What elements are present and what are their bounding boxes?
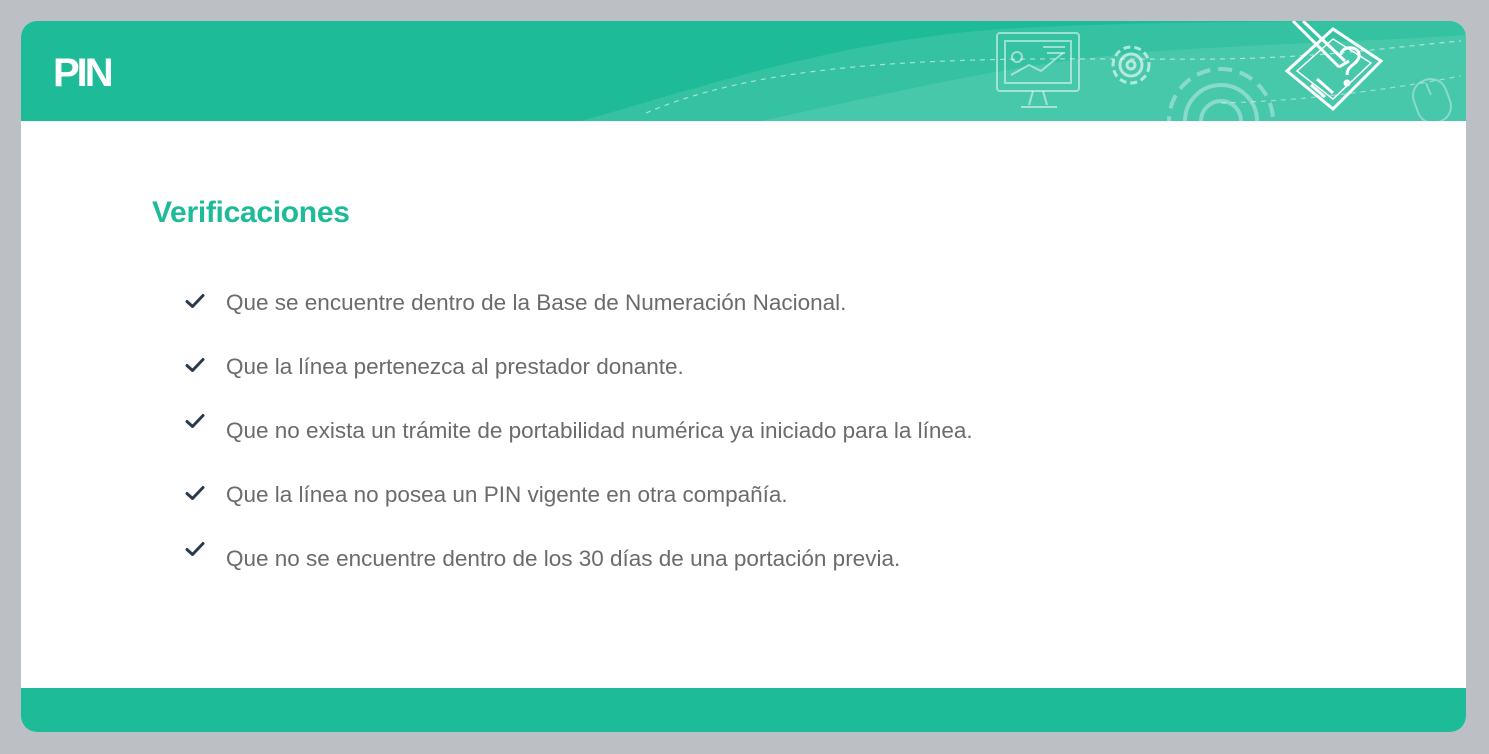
checkmark-icon	[185, 358, 205, 372]
slide-card: PIN Verificaciones Que se encuentre dent…	[21, 21, 1466, 732]
section-title: Verificaciones	[152, 196, 350, 229]
list-item-text: Que la línea no posea un PIN vigente en …	[226, 482, 788, 507]
header-decoration	[581, 21, 1466, 121]
checkmark-icon	[185, 294, 205, 308]
header-banner: PIN	[21, 21, 1466, 121]
brand-title: PIN	[53, 51, 114, 95]
list-item-text: Que no exista un trámite de portabilidad…	[226, 418, 973, 443]
list-item-text: Que se encuentre dentro de la Base de Nu…	[226, 290, 847, 315]
list-item-text: Que no se encuentre dentro de los 30 día…	[226, 546, 901, 571]
checkmark-icon	[185, 414, 205, 428]
checkmark-icon	[185, 486, 205, 500]
list-item-text: Que la línea pertenezca al prestador don…	[226, 354, 684, 379]
checkmark-icon	[185, 542, 205, 556]
footer-bar	[21, 688, 1466, 732]
